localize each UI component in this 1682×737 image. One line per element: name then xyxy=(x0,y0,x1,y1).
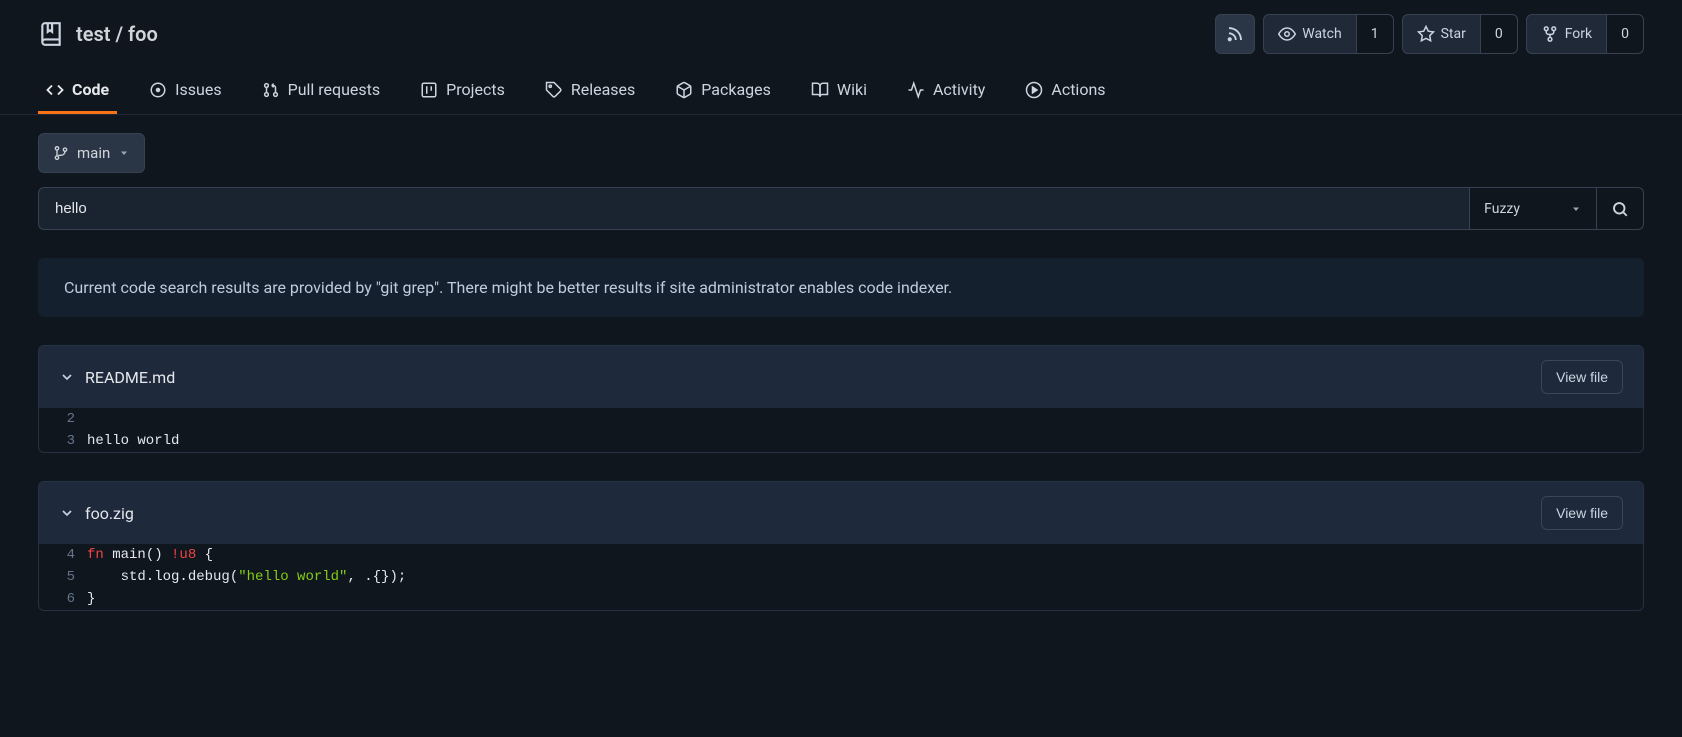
package-icon xyxy=(675,81,693,99)
rss-button[interactable] xyxy=(1215,14,1255,54)
result-filename: foo.zig xyxy=(85,504,134,523)
pr-icon xyxy=(262,81,280,99)
line-number: 6 xyxy=(39,588,87,610)
content: main Fuzzy Current code search results a… xyxy=(0,115,1682,629)
star-button[interactable]: Star xyxy=(1402,14,1481,54)
repo-path[interactable]: test / foo xyxy=(76,22,158,46)
star-icon xyxy=(1417,25,1435,43)
tag-icon xyxy=(545,81,563,99)
result-title[interactable]: README.md xyxy=(59,368,175,387)
watch-button[interactable]: Watch xyxy=(1263,14,1356,54)
play-icon xyxy=(1025,81,1043,99)
code-block: 4fn main() !u8 {5 std.log.debug("hello w… xyxy=(39,544,1643,610)
activity-icon xyxy=(907,81,925,99)
search-input[interactable] xyxy=(38,187,1470,230)
tab-releases[interactable]: Releases xyxy=(537,68,643,114)
line-number: 5 xyxy=(39,566,87,588)
search-button[interactable] xyxy=(1597,187,1644,230)
code-line[interactable]: 2 xyxy=(39,408,1643,430)
code-icon xyxy=(46,81,64,99)
issue-icon xyxy=(149,81,167,99)
line-number: 3 xyxy=(39,430,87,452)
tab-pr-label: Pull requests xyxy=(288,80,381,99)
project-icon xyxy=(420,81,438,99)
tab-issues-label: Issues xyxy=(175,80,221,99)
tab-projects-label: Projects xyxy=(446,80,505,99)
tab-code-label: Code xyxy=(72,80,109,99)
code-line[interactable]: 3hello world xyxy=(39,430,1643,452)
result-header: README.md View file xyxy=(39,346,1643,408)
repo-icon xyxy=(38,21,64,47)
tab-packages[interactable]: Packages xyxy=(667,68,779,114)
line-number: 2 xyxy=(39,408,87,430)
watch-label: Watch xyxy=(1302,26,1341,42)
info-banner: Current code search results are provided… xyxy=(38,258,1644,317)
search-mode-label: Fuzzy xyxy=(1484,201,1520,217)
tab-issues[interactable]: Issues xyxy=(141,68,229,114)
watch-count[interactable]: 1 xyxy=(1357,14,1394,54)
line-content: } xyxy=(87,588,95,610)
tab-actions[interactable]: Actions xyxy=(1017,68,1113,114)
search-row: Fuzzy xyxy=(38,187,1644,230)
view-file-button[interactable]: View file xyxy=(1541,360,1623,394)
result-title[interactable]: foo.zig xyxy=(59,504,134,523)
eye-icon xyxy=(1278,25,1296,43)
repo-title: test / foo xyxy=(38,21,158,47)
line-content: fn main() !u8 { xyxy=(87,544,213,566)
tab-code[interactable]: Code xyxy=(38,68,117,114)
code-line[interactable]: 4fn main() !u8 { xyxy=(39,544,1643,566)
tab-activity[interactable]: Activity xyxy=(899,68,993,114)
result-filename: README.md xyxy=(85,368,175,387)
view-file-button[interactable]: View file xyxy=(1541,496,1623,530)
tab-releases-label: Releases xyxy=(571,80,635,99)
search-icon xyxy=(1611,200,1629,218)
search-result: foo.zig View file 4fn main() !u8 {5 std.lo… xyxy=(38,481,1644,611)
chevron-down-icon xyxy=(1570,203,1582,215)
book-icon xyxy=(811,81,829,99)
header-actions: Watch 1 Star 0 xyxy=(1215,14,1644,54)
code-line[interactable]: 5 std.log.debug("hello world", .{}); xyxy=(39,566,1643,588)
tab-wiki-label: Wiki xyxy=(837,80,867,99)
tab-activity-label: Activity xyxy=(933,80,985,99)
chevron-down-icon xyxy=(118,147,130,159)
fork-label: Fork xyxy=(1565,26,1592,42)
fork-button[interactable]: Fork xyxy=(1526,14,1607,54)
tab-projects[interactable]: Projects xyxy=(412,68,513,114)
tab-pull-requests[interactable]: Pull requests xyxy=(254,68,389,114)
tab-wiki[interactable]: Wiki xyxy=(803,68,875,114)
fork-icon xyxy=(1541,25,1559,43)
chevron-down-icon xyxy=(59,369,75,385)
star-label: Star xyxy=(1441,26,1466,42)
branch-icon xyxy=(53,145,69,161)
branch-name: main xyxy=(77,144,110,162)
tab-actions-label: Actions xyxy=(1051,80,1105,99)
search-mode-select[interactable]: Fuzzy xyxy=(1470,187,1597,230)
line-number: 4 xyxy=(39,544,87,566)
fork-count[interactable]: 0 xyxy=(1607,14,1644,54)
line-content: hello world xyxy=(87,430,179,452)
tab-packages-label: Packages xyxy=(701,80,771,99)
branch-selector[interactable]: main xyxy=(38,133,145,173)
repo-tabs: Code Issues Pull requests Projects Relea… xyxy=(0,68,1682,115)
star-count[interactable]: 0 xyxy=(1481,14,1518,54)
chevron-down-icon xyxy=(59,505,75,521)
code-line[interactable]: 6} xyxy=(39,588,1643,610)
repo-header: test / foo Watch 1 xyxy=(0,0,1682,68)
result-header: foo.zig View file xyxy=(39,482,1643,544)
search-result: README.md View file 23hello world xyxy=(38,345,1644,453)
code-block: 23hello world xyxy=(39,408,1643,452)
line-content: std.log.debug("hello world", .{}); xyxy=(87,566,406,588)
